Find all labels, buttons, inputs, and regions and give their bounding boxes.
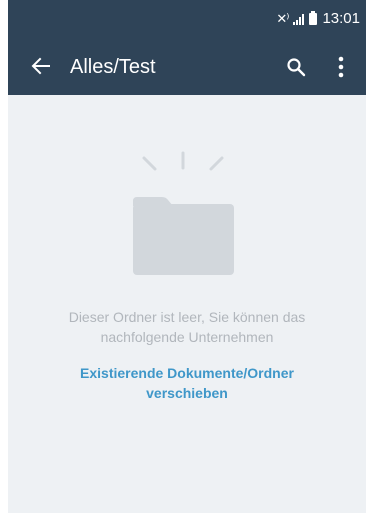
app-screen: ✕⁾ 13:01 Alles/Test Dieser Ordner ist le… — [8, 0, 366, 513]
mute-icon: ✕⁾ — [276, 11, 289, 26]
status-time: 13:01 — [322, 10, 360, 27]
arrow-left-icon — [31, 57, 50, 75]
battery-icon — [309, 11, 318, 25]
move-documents-link[interactable]: Existierende Dokumente/Ordner verschiebe… — [48, 363, 326, 403]
back-button[interactable] — [26, 51, 56, 81]
page-title: Alles/Test — [70, 56, 156, 78]
more-vertical-icon — [338, 56, 344, 78]
search-icon — [287, 58, 306, 77]
empty-folder-view: Dieser Ordner ist leer, Sie können das n… — [8, 95, 366, 513]
status-bar: ✕⁾ 13:01 — [8, 0, 366, 40]
search-button[interactable] — [281, 52, 311, 82]
empty-state-message: Dieser Ordner ist leer, Sie können das n… — [68, 309, 306, 345]
empty-folder-icon — [133, 151, 234, 275]
signal-icon — [293, 13, 305, 25]
more-options-button[interactable] — [326, 52, 356, 82]
app-toolbar: Alles/Test — [8, 40, 366, 95]
status-icons: ✕⁾ 13:01 — [276, 10, 360, 28]
